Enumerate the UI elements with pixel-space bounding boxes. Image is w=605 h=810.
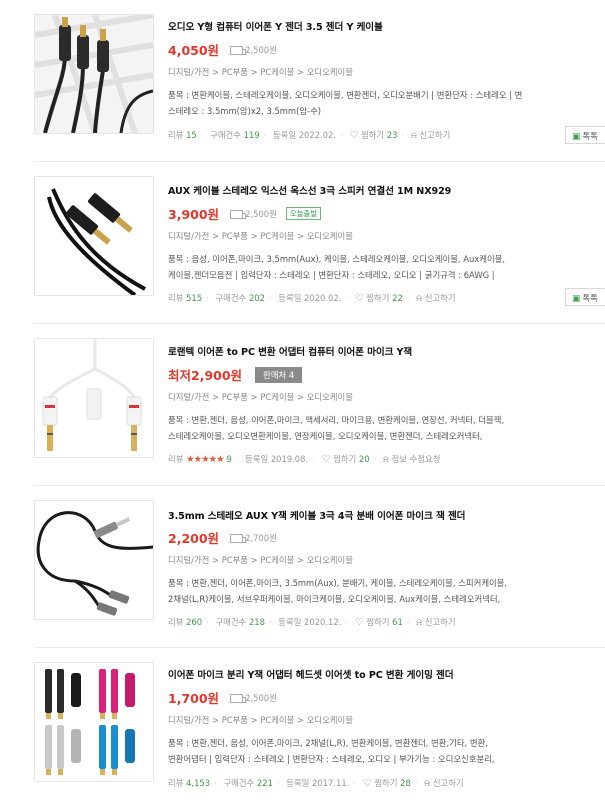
review-count[interactable]: 9 [226,454,231,464]
report-button[interactable]: ⍾ 신고하기 [416,293,455,304]
purchase-count: 218 [248,617,265,627]
shipping-fee: 2,500원 [230,208,277,220]
breadcrumb[interactable]: 디지털/가전 > PC부품 > PC케이블 > 오디오케이블 [168,230,353,242]
review-label[interactable]: 리뷰 [168,454,183,464]
truck-icon [230,209,247,219]
report-button[interactable]: ⍾ 신고하기 [410,130,450,141]
reg-date: 등록일 2020.12. [278,617,342,627]
product-price: 1,700원 [168,691,220,706]
alarm-icon: ⍾ [410,131,417,141]
review-label[interactable]: 리뷰 [168,293,183,303]
reg-date: 등록일 2019.08. [245,454,309,464]
reg-date: 등록일 2017.11. [286,778,350,788]
heart-icon: ♡ [354,293,364,304]
review-count[interactable]: 15 [186,130,197,140]
breadcrumb[interactable]: 디지털/가전 > PC부품 > PC케이블 > 오디오케이블 [168,66,353,78]
review-label[interactable]: 리뷰 [168,617,183,627]
product-price: 4,050원 [168,43,220,58]
wish-button[interactable]: ♡ 찜하기 22 [354,293,403,304]
product-title[interactable]: 3.5mm 스테레오 AUX Y잭 케이블 3극 4극 분배 이어폰 마이크 잭… [168,508,605,522]
product-title[interactable]: 로랜텍 이어폰 to PC 변환 어댑터 컴퓨터 이어폰 마이크 Y잭 [168,344,605,358]
product-specs: 품목 : 변환,젠더, 음성, 이어폰,마이크, 2채널(L,R), 변환케이블… [168,738,495,764]
product-meta: 리뷰 4,153 · 구매건수 221 · 등록일 2017.11. · ♡ 찜하기 … [168,778,464,789]
purchase-count: 221 [256,778,273,788]
truck-icon [230,693,247,703]
product-item: 로랜텍 이어폰 to PC 변환 어댑터 컴퓨터 이어폰 마이크 Y잭 최저2,… [0,324,605,486]
product-info: 이어폰 마이크 분리 Y잭 어댑터 헤드셋 이어셋 to PC 변환 게이밍 젠… [168,667,605,789]
product-thumbnail[interactable] [34,500,154,620]
wish-button[interactable]: ♡ 찜하기 20 [321,454,369,465]
product-item: AUX 케이블 스테레오 익스선 옥스선 3극 스피커 연결선 1M NX929… [0,162,605,324]
product-title[interactable]: AUX 케이블 스테레오 익스선 옥스선 3극 스피커 연결선 1M NX929 [168,183,605,197]
product-info: 오디오 Y형 컴퓨터 이어폰 Y 젠더 3.5 젠더 Y 케이블 4,050원 … [168,19,605,141]
product-info: 로랜텍 이어폰 to PC 변환 어댑터 컴퓨터 이어폰 마이크 Y잭 최저2,… [168,344,605,465]
heart-icon: ♡ [321,454,331,465]
purchase-label: 구매건수 [215,293,247,303]
wish-button[interactable]: ♡ 찜하기 61 [354,617,403,628]
breadcrumb[interactable]: 디지털/가전 > PC부품 > PC케이블 > 오디오케이블 [168,554,353,566]
product-thumbnail[interactable] [34,338,154,458]
breadcrumb[interactable]: 디지털/가전 > PC부품 > PC케이블 > 오디오케이블 [168,714,353,726]
product-specs: 품목 : 음성, 이어폰,마이크, 3.5mm(Aux), 케이블, 스테레오케… [168,254,506,280]
product-price: 최저2,900원 [168,368,243,383]
truck-icon [230,45,247,55]
heart-icon: ♡ [354,617,364,628]
rating-stars: ★★★★★ [186,454,225,465]
alarm-icon: ⍾ [416,618,423,628]
report-button[interactable]: ⍾ 신고하기 [424,778,463,789]
product-specs: 품목 : 변환,젠더, 이어폰,마이크, 3.5mm(Aux), 분배기, 케이… [168,578,508,604]
product-info: 3.5mm 스테레오 AUX Y잭 케이블 3극 4극 분배 이어폰 마이크 잭… [168,508,605,628]
wish-button[interactable]: ♡ 찜하기 23 [349,130,397,141]
breadcrumb[interactable]: 디지털/가전 > PC부품 > PC케이블 > 오디오케이블 [168,391,353,403]
chat-icon: ▣ [572,132,581,142]
purchase-label: 구매건수 [223,778,255,788]
product-title[interactable]: 오디오 Y형 컴퓨터 이어폰 Y 젠더 3.5 젠더 Y 케이블 [168,19,605,33]
product-meta: 리뷰 260 · 구매건수 218 · 등록일 2020.12. · ♡ 찜하기 61… [168,617,456,628]
heart-icon: ♡ [362,778,372,789]
product-price: 2,200원 [168,531,220,546]
shipping-fee: 2,700원 [230,532,277,544]
product-item: 3.5mm 스테레오 AUX Y잭 케이블 3극 4극 분배 이어폰 마이크 잭… [0,486,605,648]
shipping-fee: 2,500원 [230,692,277,704]
purchase-label: 구매건수 [215,617,247,627]
talk-button[interactable]: ▣ 톡톡 [565,126,605,144]
review-count[interactable]: 4,153 [186,778,210,788]
product-specs: 품목 : 변환케이블, 스테레오케이블, 오디오케이블, 변환젠더, 오디오분배… [168,90,523,116]
product-thumbnail[interactable] [34,14,154,134]
reg-date: 등록일 2020.02. [278,293,342,303]
alarm-icon: ⍾ [382,455,389,465]
product-item: 오디오 Y형 컴퓨터 이어폰 Y 젠더 3.5 젠더 Y 케이블 4,050원 … [0,0,605,162]
seller-count-button[interactable]: 판매처 4 [255,366,303,383]
talk-button[interactable]: ▣ 톡톡 [565,288,605,306]
product-thumbnail[interactable] [34,662,154,782]
product-thumbnail[interactable] [34,176,154,296]
edit-request-button[interactable]: ⍾ 정보 수정요청 [382,454,441,465]
wish-button[interactable]: ♡ 찜하기 28 [362,778,411,789]
product-meta: 리뷰 515 · 구매건수 202 · 등록일 2020.02. · ♡ 찜하기 22… [168,293,456,304]
reg-date: 등록일 2022.02. [272,130,337,140]
product-item: 이어폰 마이크 분리 Y잭 어댑터 헤드셋 이어셋 to PC 변환 게이밍 젠… [0,648,605,810]
purchase-label: 구매건수 [210,130,241,140]
product-meta: 리뷰 15 · 구매건수 119 · 등록일 2022.02. · ♡ 찜하기 23 ·… [168,130,451,141]
shipping-fee: 2,500원 [230,44,277,56]
chat-icon: ▣ [572,294,581,304]
product-price: 3,900원 [168,207,220,222]
heart-icon: ♡ [349,130,359,141]
alarm-icon: ⍾ [424,779,431,789]
purchase-count: 202 [248,293,265,303]
today-ship-badge: 오늘출발 [285,207,322,220]
truck-icon [230,533,247,543]
product-specs: 품목 : 변환,젠더, 음성, 이어폰,마이크, 액세서리, 마이크용, 변환케… [168,415,505,441]
report-button[interactable]: ⍾ 신고하기 [416,617,455,628]
product-title[interactable]: 이어폰 마이크 분리 Y잭 어댑터 헤드셋 이어셋 to PC 변환 게이밍 젠… [168,667,605,681]
review-label[interactable]: 리뷰 [168,778,183,788]
review-count[interactable]: 260 [186,617,202,627]
review-count[interactable]: 515 [186,293,202,303]
product-info: AUX 케이블 스테레오 익스선 옥스선 3극 스피커 연결선 1M NX929… [168,183,605,304]
purchase-count: 119 [243,130,260,140]
product-meta: 리뷰 ★★★★★ 9 · 등록일 2019.08. · ♡ 찜하기 20 · ⍾ 정보… [168,454,441,465]
review-label[interactable]: 리뷰 [168,130,183,140]
alarm-icon: ⍾ [416,294,423,304]
